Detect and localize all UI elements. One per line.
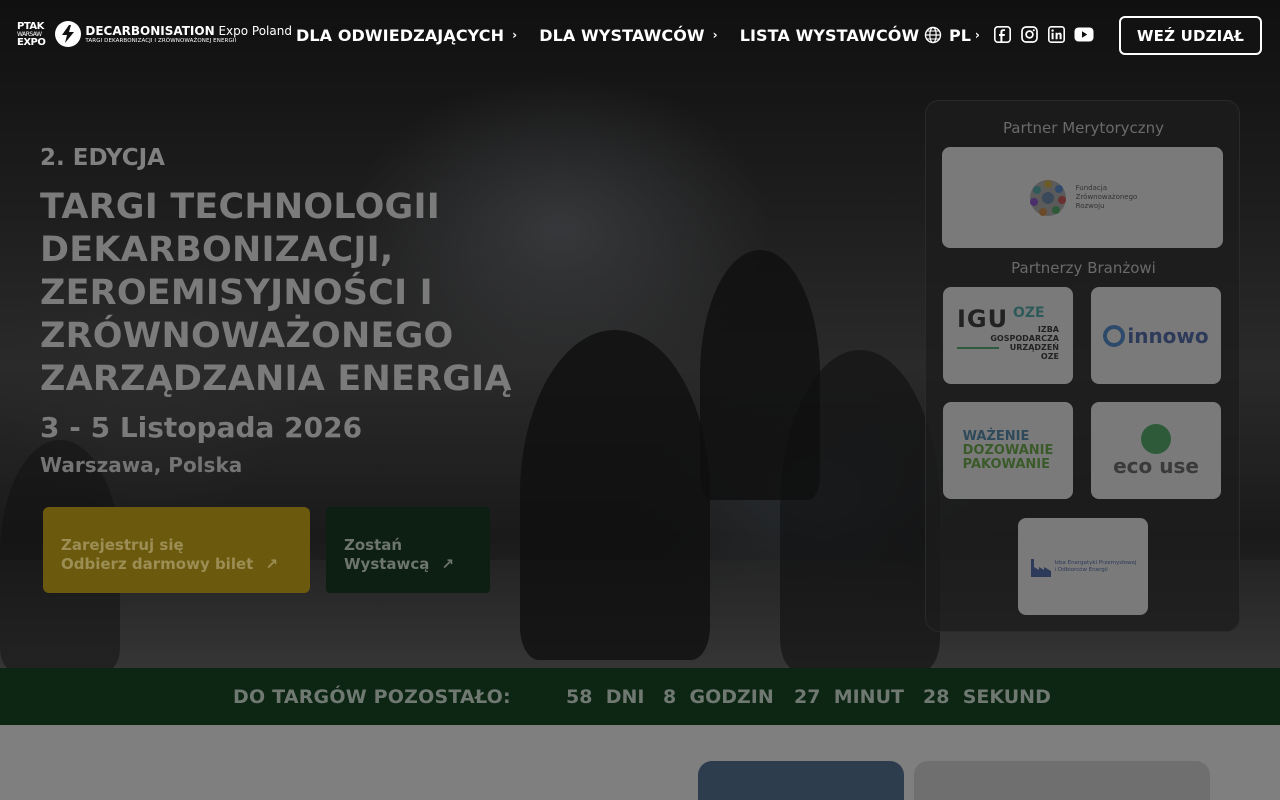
nav-label: DLA WYSTAWCÓW (539, 25, 705, 45)
wazenie-line1: WAŻENIE (962, 428, 1030, 444)
partner-logo-fundacja[interactable]: Fundacja Zrównoważonego Rozwoju (942, 147, 1223, 248)
brand-tagline: TARGI DEKARBONIZACJI I ZRÓWNOWAŻONEJ ENE… (85, 37, 237, 44)
countdown-label: DO TARGÓW POZOSTAŁO: (233, 686, 511, 708)
linkedin-icon[interactable] (1047, 25, 1065, 43)
industry-partners-heading: Partnerzy Branżowi (1011, 259, 1156, 277)
site-logo[interactable]: PTAK WARSAW EXPO DECARBONISATION Expo Po… (17, 21, 292, 47)
brand-regular: Expo Poland (218, 23, 292, 38)
event-location: Warszawa, Polska (40, 453, 243, 477)
crowd-silhouette (780, 350, 940, 668)
countdown-seconds-value: 28 (923, 686, 950, 708)
countdown-hours-value: 8 (663, 686, 677, 708)
countdown-hours-unit: GODZIN (689, 686, 774, 708)
partner-logo-ecouse[interactable]: eco use (1091, 402, 1221, 499)
fundacja-line2: Zrównoważonego (1075, 193, 1138, 201)
exhibitor-label: Zostań (344, 536, 403, 554)
countdown-minutes-unit: MINUT (833, 686, 904, 708)
nav-label: DLA ODWIEDZAJĄCYCH (296, 25, 505, 45)
igu-line4: OZE (1040, 352, 1059, 361)
igu-line3: URZĄDZEŃ (1009, 343, 1059, 352)
partners-panel: Partner Merytoryczny Fundacja Zrównoważo… (925, 100, 1240, 632)
igu-underline (957, 347, 999, 349)
partner-logo-innowo[interactable]: innowo (1091, 287, 1221, 384)
globe-logo-icon (1029, 179, 1066, 216)
nav-item-visitors[interactable]: DLA ODWIEDZAJĄCYCH › (296, 23, 517, 47)
nav-label: LISTA WYSTAWCÓW (739, 25, 920, 45)
hero-section: 2. EDYCJA TARGI TECHNOLOGII DEKARBONIZAC… (0, 0, 1280, 668)
countdown-seconds: 28 SEKUND (923, 686, 1051, 708)
main-nav: DLA ODWIEDZAJĄCYCH › DLA WYSTAWCÓW › LISTA… (296, 23, 919, 47)
youtube-icon[interactable] (1074, 25, 1094, 43)
chevron-right-icon: › (712, 28, 718, 42)
fundacja-line1: Fundacja (1075, 184, 1107, 192)
language-switcher[interactable]: PL › (924, 23, 980, 47)
partner-logo-izba[interactable]: Izba Energetyki Przemysłowej i Odbiorców… (1018, 518, 1148, 615)
ptak-logo: PTAK WARSAW EXPO (17, 20, 46, 48)
register-sublabel: Odbierz darmowy bilet (61, 555, 254, 573)
partner-logo-wazenie[interactable]: WAŻENIE DOZOWANIE PAKOWANIE (943, 402, 1073, 499)
igu-line2: GOSPODARCZA (990, 334, 1059, 343)
brand-bold: DECARBONISATION (85, 23, 215, 38)
instagram-icon[interactable] (1020, 25, 1038, 43)
countdown-days-unit: DNI (605, 686, 645, 708)
event-date: 3 - 5 Listopada 2026 (40, 411, 363, 444)
countdown-days: 58 DNI (566, 686, 644, 708)
social-links (993, 25, 1103, 43)
izba-line2: i Odbiorców Energii (1054, 566, 1108, 573)
ecouse-leaf-icon (1141, 423, 1171, 454)
countdown-minutes-value: 27 (794, 686, 821, 708)
partner-logo-igu[interactable]: IGU OZE IZBA GOSPODARCZA URZĄDZEŃ OZE (943, 287, 1073, 384)
chevron-right-icon: › (512, 28, 518, 42)
countdown-minutes: 27 MINUT (794, 686, 904, 708)
innowo-ring-icon (1103, 324, 1126, 347)
countdown-bar: DO TARGÓW POZOSTAŁO: 58 DNI 8 GODZIN 27 … (0, 668, 1280, 725)
arrow-up-right-icon: ↗ (441, 555, 454, 573)
facebook-icon[interactable] (993, 25, 1011, 43)
countdown-hours: 8 GODZIN (663, 686, 774, 708)
countdown-days-value: 58 (566, 686, 593, 708)
wazenie-line3: PAKOWANIE (962, 456, 1050, 472)
register-label: Zarejestruj się (61, 536, 184, 554)
igu-line1: IZBA (1037, 325, 1059, 334)
innowo-wordmark: innowo (1127, 323, 1209, 348)
izba-line1: Izba Energetyki Przemysłowej (1054, 559, 1137, 566)
ptak-line1: PTAK (17, 20, 44, 32)
chevron-right-icon: › (974, 28, 980, 42)
nav-item-exhibitor-list[interactable]: LISTA WYSTAWCÓW (740, 23, 920, 47)
hero-title: TARGI TECHNOLOGII DEKARBONIZACJI, ZEROEM… (40, 187, 512, 399)
substantive-partner-heading: Partner Merytoryczny (1002, 119, 1165, 137)
take-part-button[interactable]: WEŹ UDZIAŁ (1119, 16, 1262, 55)
countdown-seconds-unit: SEKUND (962, 686, 1051, 708)
factory-icon (1030, 558, 1051, 577)
nav-item-exhibitors[interactable]: DLA WYSTAWCÓW › (539, 23, 718, 47)
wazenie-line2: DOZOWANIE (962, 442, 1054, 458)
language-code: PL (949, 25, 971, 45)
igu-oze-mark: OZE (1013, 305, 1045, 321)
become-exhibitor-button[interactable]: Zostań Wystawcą ↗ (326, 507, 490, 593)
gallery-image[interactable] (698, 761, 904, 800)
globe-icon (924, 26, 942, 44)
site-header: PTAK WARSAW EXPO DECARBONISATION Expo Po… (0, 0, 1280, 70)
edition-label: 2. EDYCJA (40, 145, 165, 171)
ecouse-wordmark: eco use (1113, 453, 1199, 478)
lightning-bolt-icon (55, 21, 82, 47)
exhibitor-sublabel: Wystawcą (344, 555, 430, 573)
content-section (0, 725, 1280, 800)
ptak-line3: EXPO (17, 36, 46, 48)
gallery-image[interactable] (914, 761, 1210, 800)
fundacja-line3: Rozwoju (1075, 202, 1105, 210)
arrow-up-right-icon: ↗ (265, 555, 278, 573)
register-button[interactable]: Zarejestruj się Odbierz darmowy bilet ↗ (43, 507, 310, 593)
